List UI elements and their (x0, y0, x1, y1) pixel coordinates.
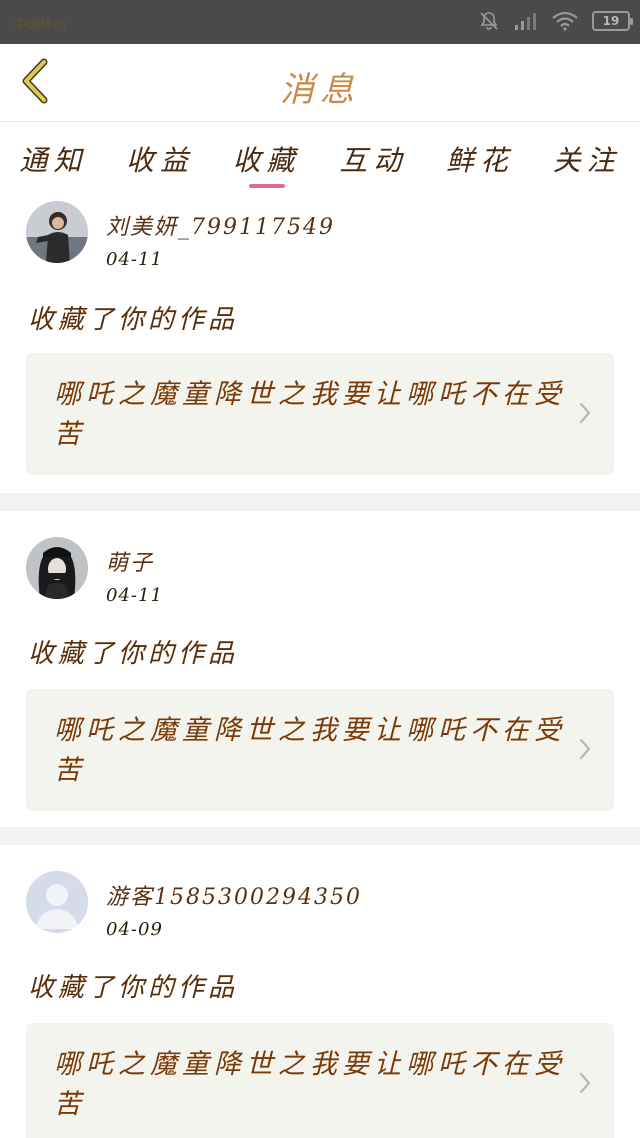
chevron-right-icon (578, 1071, 592, 1099)
battery-level: 19 (602, 14, 620, 28)
status-bar: 中国移动 19 (0, 0, 640, 44)
message-feed: 刘美妍_799117549 04-11 收藏了你的作品 哪吒之魔童降世之我要让哪… (0, 193, 640, 1138)
user-name[interactable]: 刘美妍_799117549 (106, 209, 335, 241)
work-link[interactable]: 哪吒之魔童降世之我要让哪吒不在受苦 (26, 1023, 614, 1138)
work-title: 哪吒之魔童降世之我要让哪吒不在受苦 (54, 1049, 566, 1120)
message-date: 04-09 (106, 919, 163, 940)
signal-icon (514, 11, 538, 31)
avatar[interactable] (26, 537, 88, 599)
action-text: 收藏了你的作品 (28, 973, 239, 1003)
tab-following[interactable]: 关注 (533, 123, 640, 193)
tab-flowers[interactable]: 鲜花 (427, 123, 534, 193)
message-card: 刘美妍_799117549 04-11 收藏了你的作品 哪吒之魔童降世之我要让哪… (0, 193, 640, 493)
avatar[interactable] (26, 871, 88, 933)
tab-interactions[interactable]: 互动 (320, 123, 427, 193)
wifi-icon (552, 11, 578, 31)
message-card: 萌子 04-11 收藏了你的作品 哪吒之魔童降世之我要让哪吒不在受苦 (0, 511, 640, 811)
battery-indicator: 19 (592, 11, 633, 31)
action-text: 收藏了你的作品 (28, 639, 239, 669)
tab-favorites[interactable]: 收藏 (213, 123, 320, 193)
card-divider (0, 493, 640, 511)
message-card: 游客1585300294350 04-09 收藏了你的作品 哪吒之魔童降世之我要… (0, 845, 640, 1138)
action-text: 收藏了你的作品 (28, 305, 239, 335)
card-divider (0, 827, 640, 845)
user-name[interactable]: 萌子 (106, 545, 154, 577)
carrier-label: 中国移动 (14, 18, 67, 33)
avatar[interactable] (26, 201, 88, 263)
user-name[interactable]: 游客1585300294350 (106, 879, 362, 911)
nav-bar: 消息 (0, 44, 640, 122)
chevron-right-icon (578, 401, 592, 429)
status-icons: 19 (478, 10, 633, 32)
tab-notifications[interactable]: 通知 (0, 123, 107, 193)
page-title: 消息 (280, 70, 360, 110)
work-link[interactable]: 哪吒之魔童降世之我要让哪吒不在受苦 (26, 689, 614, 811)
tab-bar: 通知 收益 收藏 互动 鲜花 关注 (0, 123, 640, 193)
message-date: 04-11 (106, 249, 163, 270)
mute-icon (478, 10, 500, 32)
tab-earnings[interactable]: 收益 (107, 123, 214, 193)
work-link[interactable]: 哪吒之魔童降世之我要让哪吒不在受苦 (26, 353, 614, 475)
message-date: 04-11 (106, 585, 163, 606)
chevron-right-icon (578, 737, 592, 765)
work-title: 哪吒之魔童降世之我要让哪吒不在受苦 (54, 715, 566, 786)
work-title: 哪吒之魔童降世之我要让哪吒不在受苦 (54, 379, 566, 450)
